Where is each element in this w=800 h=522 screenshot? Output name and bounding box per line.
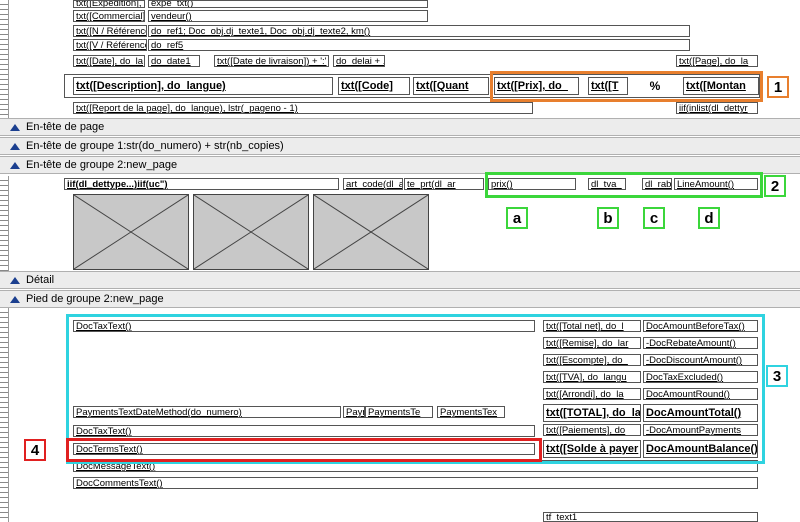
ruler-page-header xyxy=(0,0,9,118)
band-page-header-label: En-tête de page xyxy=(26,121,105,133)
band-page-header[interactable]: En-tête de page xyxy=(0,118,800,136)
expedition-value[interactable]: expe_txt() xyxy=(148,0,428,8)
art-code-field[interactable]: art_code(dl_ar xyxy=(343,178,403,190)
callout-2: 2 xyxy=(764,175,786,197)
callout-3: 3 xyxy=(766,365,788,387)
highlight-2 xyxy=(485,172,763,198)
highlight-4 xyxy=(66,438,542,462)
col-quantity[interactable]: txt([Quant xyxy=(413,77,489,95)
band-collapse-icon[interactable] xyxy=(10,162,20,169)
col-description[interactable]: txt([Description], do_langue) xyxy=(73,77,333,95)
col-code[interactable]: txt([Code] xyxy=(338,77,410,95)
commercial-label[interactable]: txt([Commercial] xyxy=(73,10,145,22)
band-collapse-icon[interactable] xyxy=(10,296,20,303)
band-group2-footer[interactable]: Pied de groupe 2:new_page xyxy=(0,290,800,308)
band-collapse-icon[interactable] xyxy=(10,124,20,131)
n-reference-value[interactable]: do_ref1; Doc_obj.dj_texte1, Doc_obj.dj_t… xyxy=(148,25,690,37)
marker-b: b xyxy=(597,207,619,229)
callout-4: 4 xyxy=(24,439,46,461)
doc-comments-text-field[interactable]: DocCommentsText() xyxy=(73,477,758,489)
report-page-field[interactable]: txt([Report de la page], do_langue), lst… xyxy=(73,102,533,114)
band-detail-label: Détail xyxy=(26,274,55,286)
delivery-date-label[interactable]: txt([Date de livraison]) + ':' xyxy=(214,55,329,67)
marker-d: d xyxy=(698,207,720,229)
iif-field[interactable]: iif(inlist(dl_dettyr xyxy=(676,102,758,114)
band-group2-header-label: En-tête de groupe 2:new_page xyxy=(26,159,178,171)
commercial-value[interactable]: vendeur() xyxy=(148,10,428,22)
image-placeholder-2[interactable] xyxy=(193,194,309,270)
expedition-label[interactable]: txt([Expedition], xyxy=(73,0,145,8)
date-value[interactable]: do_date1 xyxy=(148,55,200,67)
v-reference-value[interactable]: do_ref5 xyxy=(148,39,690,51)
n-reference-label[interactable]: txt([N / Référence xyxy=(73,25,147,37)
band-group1-header[interactable]: En-tête de groupe 1:str(do_numero) + str… xyxy=(0,137,800,155)
band-group2-footer-label: Pied de groupe 2:new_page xyxy=(26,293,164,305)
v-reference-label[interactable]: txt([V / Référence xyxy=(73,39,147,51)
tf-text-field[interactable]: tf_text1 xyxy=(543,512,758,522)
image-placeholder-1[interactable] xyxy=(73,194,189,270)
prt-field[interactable]: te_prt(dl_ar xyxy=(404,178,484,190)
band-collapse-icon[interactable] xyxy=(10,143,20,150)
marker-c: c xyxy=(643,207,665,229)
band-group1-header-label: En-tête de groupe 1:str(do_numero) + str… xyxy=(26,140,284,152)
band-collapse-icon[interactable] xyxy=(10,277,20,284)
ruler-group2-header xyxy=(0,176,9,271)
page-label[interactable]: txt([Page], do_la xyxy=(676,55,758,67)
marker-a: a xyxy=(506,207,528,229)
band-detail[interactable]: Détail xyxy=(0,271,800,289)
image-placeholder-3[interactable] xyxy=(313,194,429,270)
highlight-1 xyxy=(490,71,763,102)
callout-1: 1 xyxy=(767,76,789,98)
delivery-date-value[interactable]: do_delai + ... xyxy=(333,55,385,67)
date-label[interactable]: txt([Date], do_la xyxy=(73,55,145,67)
overlapping-iif-fields[interactable]: iif(dl_dettype...)iif(uc") xyxy=(64,178,339,190)
ruler-footer xyxy=(0,308,9,522)
